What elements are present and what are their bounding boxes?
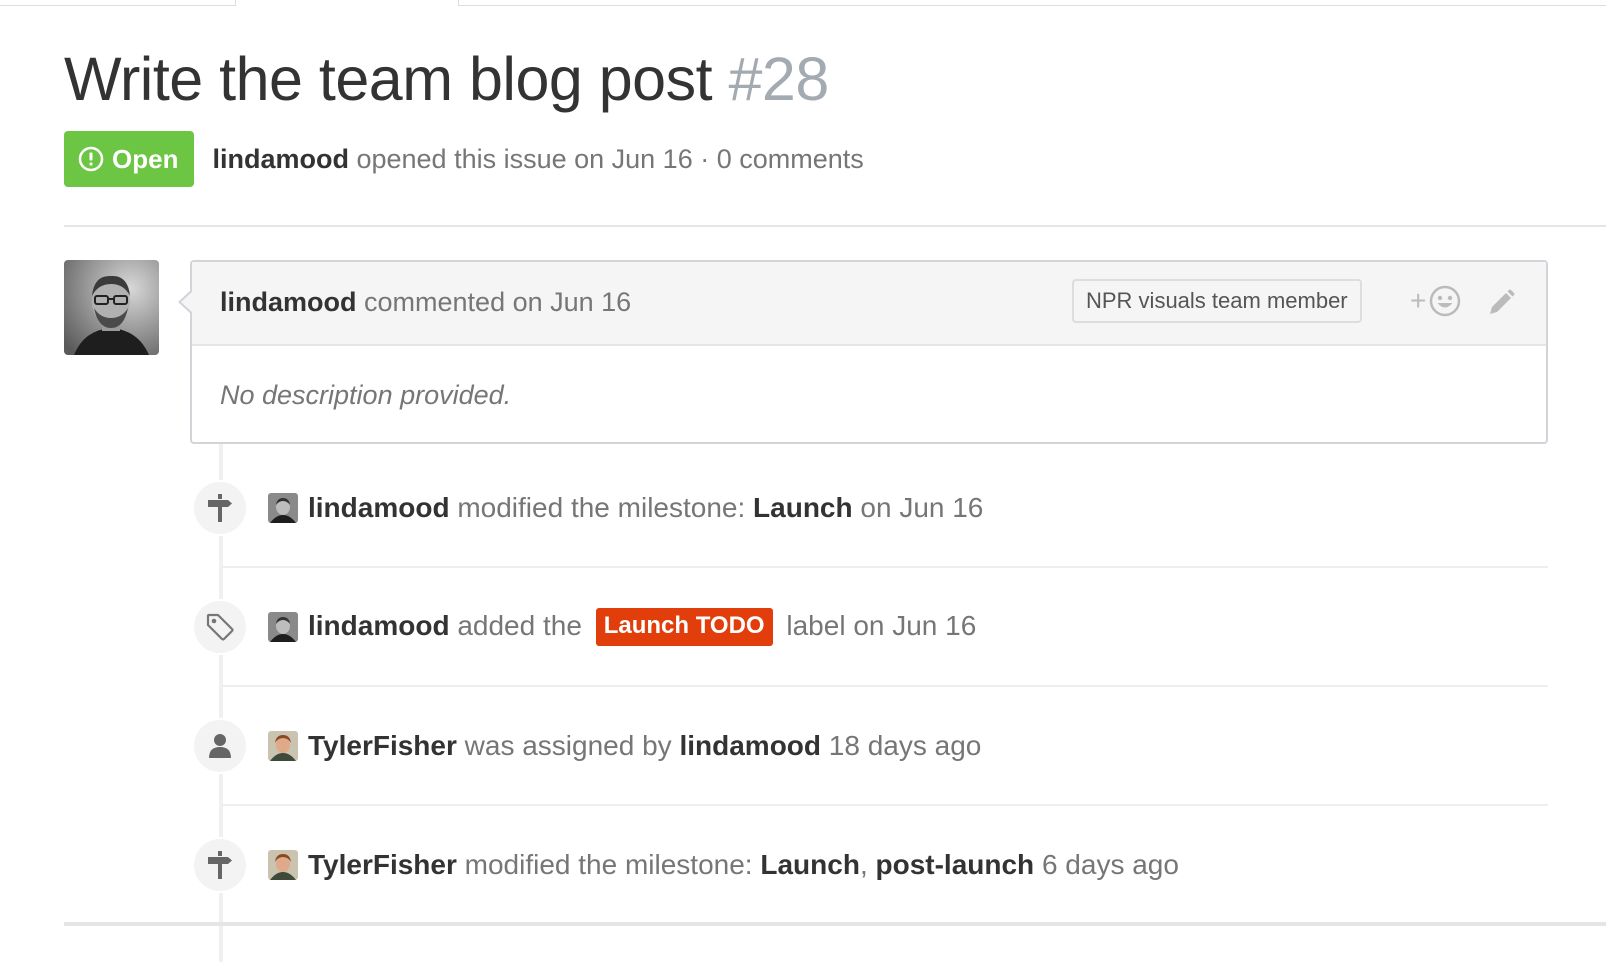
milestone-link[interactable]: Launch <box>753 492 853 523</box>
header-divider <box>64 225 1606 227</box>
label-launch-todo[interactable]: Launch TODO <box>595 608 773 646</box>
event-divider <box>221 804 1548 806</box>
timeline-badge <box>192 837 248 893</box>
edit-comment-button[interactable] <box>1486 288 1516 323</box>
avatar[interactable] <box>64 260 159 355</box>
milestone-link[interactable]: Launch <box>760 849 860 880</box>
issue-meta-details: opened this issue on Jun 16 · 0 comments <box>356 143 864 174</box>
event-avatar-tylerfisher[interactable] <box>268 850 298 880</box>
smiley-icon <box>1430 285 1461 317</box>
timeline-event-milestone: TylerFisher modified the milestone: Laun… <box>192 836 1179 894</box>
avatar-photo-lindamood <box>64 260 159 355</box>
event-action: modified the milestone: <box>464 849 753 880</box>
event-actor-link[interactable]: lindamood <box>308 492 450 523</box>
tab-edge-left <box>0 0 236 6</box>
tab-edge-right <box>458 0 1606 6</box>
timeline-bottom-divider <box>64 922 1606 926</box>
avatar-photo-lindamood-small <box>268 612 298 642</box>
timeline-event-assigned: TylerFisher was assigned by lindamood 18… <box>192 717 981 775</box>
event-text: lindamood added the Launch TODO label on… <box>308 608 976 646</box>
avatar-photo-lindamood-small <box>268 493 298 523</box>
tag-icon <box>206 613 234 641</box>
avatar-photo-tylerfisher-small <box>268 731 298 761</box>
plus-icon: + <box>1410 285 1427 316</box>
timeline-event-milestone: lindamood modified the milestone: Launch… <box>192 479 983 537</box>
event-text: TylerFisher modified the milestone: Laun… <box>308 849 1179 881</box>
pencil-icon <box>1490 289 1515 314</box>
state-badge-open: Open <box>64 131 195 187</box>
assigner-link[interactable]: lindamood <box>679 730 821 761</box>
timeline-badge <box>192 718 248 774</box>
event-divider <box>221 566 1548 568</box>
member-badge: NPR visuals team member <box>1072 279 1362 323</box>
milestone-link[interactable]: post-launch <box>876 849 1035 880</box>
event-actor-link[interactable]: lindamood <box>308 610 450 641</box>
event-time: 6 days ago <box>1041 849 1179 880</box>
issue-number: #28 <box>728 45 830 113</box>
event-avatar-tylerfisher[interactable] <box>268 731 298 761</box>
event-time: on Jun 16 <box>860 492 984 523</box>
issue-meta-text: lindamood opened this issue on Jun 16 · … <box>212 144 863 175</box>
event-time: label on Jun 16 <box>786 610 977 641</box>
person-icon <box>209 734 231 758</box>
comment-byline: lindamood commented on Jun 16 <box>220 287 631 318</box>
comment-header: lindamood commented on Jun 16 NPR visual… <box>192 262 1546 346</box>
top-tabs <box>0 0 1606 6</box>
event-actor-link[interactable]: TylerFisher <box>308 730 457 761</box>
comment-box: lindamood commented on Jun 16 NPR visual… <box>178 260 1548 444</box>
comment-body: No description provided. <box>220 380 512 410</box>
issue-title-text: Write the team blog post <box>64 45 713 113</box>
milestone-icon <box>208 494 232 522</box>
issue-title: Write the team blog post #28 <box>64 44 829 114</box>
milestone-icon <box>208 851 232 879</box>
issue-meta: Open lindamood opened this issue on Jun … <box>64 131 864 187</box>
comment-action[interactable]: commented on Jun 16 <box>364 287 631 317</box>
issue-author-link[interactable]: lindamood <box>212 144 349 174</box>
event-actor-link[interactable]: TylerFisher <box>308 849 457 880</box>
issue-opened-icon <box>78 146 104 172</box>
avatar-photo-tylerfisher-small <box>268 850 298 880</box>
event-avatar-lindamood[interactable] <box>268 493 298 523</box>
comment-author-link[interactable]: lindamood <box>220 287 357 317</box>
event-avatar-lindamood[interactable] <box>268 612 298 642</box>
milestone-separator: , <box>859 849 868 880</box>
event-action: was assigned by <box>464 730 672 761</box>
timeline-badge <box>192 599 248 655</box>
add-reaction-button[interactable]: + <box>1410 284 1462 318</box>
event-action: added the <box>457 610 582 641</box>
timeline-event-label: lindamood added the Launch TODO label on… <box>192 598 976 656</box>
timeline-badge <box>192 480 248 536</box>
state-label: Open <box>112 143 179 174</box>
event-text: TylerFisher was assigned by lindamood 18… <box>308 730 981 762</box>
event-action: modified the milestone: <box>457 492 746 523</box>
event-text: lindamood modified the milestone: Launch… <box>308 492 983 524</box>
event-divider <box>221 685 1548 687</box>
event-time: 18 days ago <box>828 730 982 761</box>
